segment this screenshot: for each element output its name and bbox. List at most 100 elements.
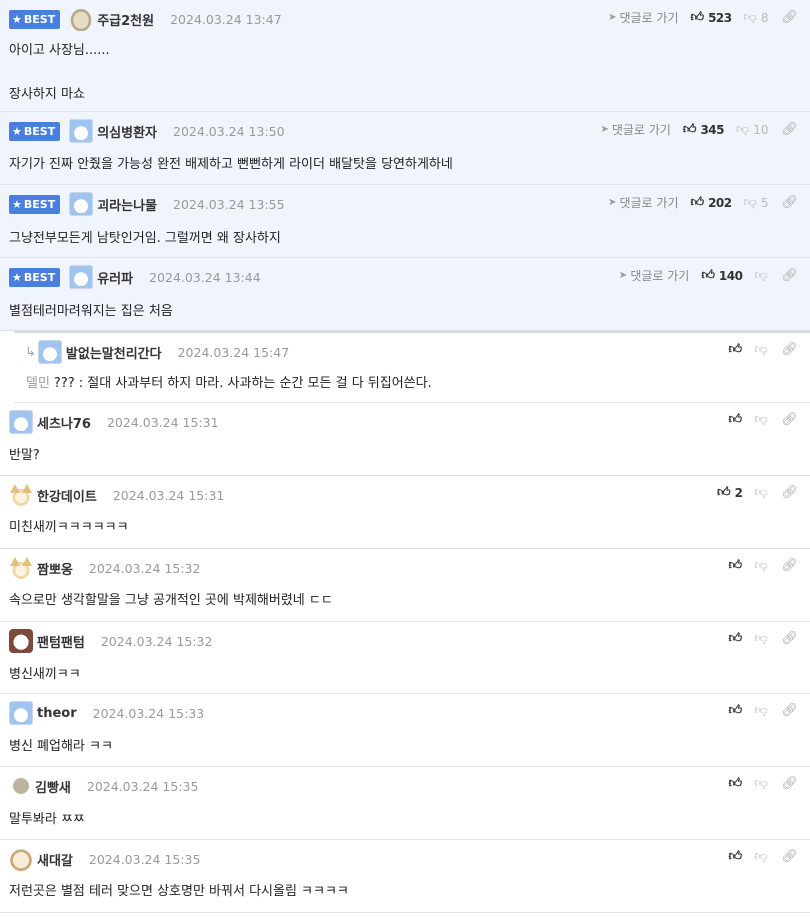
link-icon[interactable]: 🔗︎ [781, 849, 798, 864]
comment-text: 속으로만 생각할말을 그냥 공개적인 곳에 박제해버렸네 ㄷㄷ [9, 590, 333, 612]
comment-header: ★ BEST 괴라는나물 2024.03.24 13:55 [9, 192, 285, 216]
link-icon[interactable]: 🔗︎ [781, 10, 798, 25]
dislike-button[interactable]: 👎︎ [754, 558, 768, 573]
thumbs-up-icon: 👍︎ [728, 703, 743, 718]
like-button[interactable]: 👍︎ [728, 703, 742, 718]
dislike-button[interactable]: 👎︎ [754, 703, 768, 718]
author-name[interactable]: 팬텀팬텀 [37, 632, 85, 651]
author-name[interactable]: 새대갈 [37, 850, 73, 869]
comment-date: 2024.03.24 15:31 [106, 414, 219, 430]
comment-line: 자기가 진짜 안줬을 가능성 완전 배제하고 뻔뻔하게 라이더 배달탓을 당연하… [9, 154, 453, 176]
comment-list: ★ BEST 주급2천원 2024.03.24 13:47 아이고 사장님...... 장… [0, 0, 810, 913]
polar-bear-avatar[interactable] [37, 340, 62, 364]
comment-date: 2024.03.24 13:55 [173, 196, 285, 212]
thumbs-down-icon: 👎︎ [754, 268, 768, 283]
author-name[interactable]: theor [37, 706, 77, 721]
comment-date: 2024.03.24 15:31 [112, 487, 225, 503]
goto-comment-link[interactable]: ➤ 댓글로 가기 [619, 267, 689, 284]
polar-bear-avatar[interactable] [69, 119, 94, 143]
author-name[interactable]: 한강데이트 [37, 486, 97, 505]
comment-header: ★ BEST 의심병환자 2024.03.24 13:50 [9, 119, 285, 143]
comment-item: 한강데이트 2024.03.24 15:31 미친새끼ㅋㅋㅋㅋㅋㅋ 👍︎ 2 👎︎ 🔗︎ [0, 476, 810, 549]
dislike-button[interactable]: 👎︎ 10 [736, 122, 768, 137]
comment-actions: 👍︎ 👎︎ 🔗︎ [728, 342, 798, 357]
fox-avatar[interactable] [9, 483, 33, 507]
send-arrow-icon: ➤ [618, 270, 628, 281]
like-button[interactable]: 👍︎ [728, 776, 742, 791]
dot-avatar[interactable] [13, 778, 29, 794]
thumbs-down-icon: 👎︎ [754, 342, 768, 357]
dog-avatar[interactable] [9, 847, 33, 871]
comment-line: 장사하지 마쇼 [9, 84, 110, 106]
comment-date: 2024.03.24 13:47 [170, 11, 282, 27]
author-name[interactable]: 유러파 [97, 268, 133, 287]
like-button[interactable]: 👍︎ 345 [683, 122, 725, 137]
reply-target-user[interactable]: 델민 [26, 376, 50, 391]
fox-avatar[interactable] [9, 556, 33, 580]
like-button[interactable]: 👍︎ [728, 412, 742, 427]
dislike-button[interactable]: 👎︎ [754, 268, 768, 283]
polar-bear-avatar[interactable] [9, 701, 33, 725]
thumbs-down-icon: 👎︎ [754, 631, 768, 646]
goto-comment-link[interactable]: ➤ 댓글로 가기 [608, 9, 678, 26]
like-button[interactable]: 👍︎ 523 [690, 10, 732, 25]
link-icon[interactable]: 🔗︎ [781, 703, 798, 718]
author-name[interactable]: 주급2천원 [97, 10, 154, 29]
like-button[interactable]: 👍︎ [728, 558, 742, 573]
like-button[interactable]: 👍︎ 140 [701, 268, 743, 283]
polar-bear-avatar[interactable] [9, 410, 33, 434]
like-button[interactable]: 👍︎ [728, 631, 742, 646]
link-icon[interactable]: 🔗︎ [781, 122, 798, 137]
panda-avatar[interactable] [9, 629, 33, 653]
goto-comment-link[interactable]: ➤ 댓글로 가기 [608, 194, 678, 211]
comment-actions: ➤ 댓글로 가기 👍︎ 345 👎︎ 10 🔗︎ [600, 121, 798, 138]
link-icon[interactable]: 🔗︎ [781, 558, 798, 573]
dislike-button[interactable]: 👎︎ 5 [744, 195, 769, 210]
thumbs-up-icon: 👍︎ [728, 776, 743, 791]
author-name[interactable]: 세츠나76 [37, 413, 91, 432]
comment-actions: 👍︎ 👎︎ 🔗︎ [728, 412, 798, 427]
goto-comment-link[interactable]: ➤ 댓글로 가기 [600, 121, 670, 138]
comment-line: 속으로만 생각할말을 그냥 공개적인 곳에 박제해버렸네 ㄷㄷ [9, 590, 333, 612]
reply-arrow-icon: ↳ [25, 344, 36, 360]
like-button[interactable]: 👍︎ [728, 342, 742, 357]
comment-header: 짬뽀옹 2024.03.24 15:32 [9, 556, 200, 580]
comment-header: ★ BEST 유러파 2024.03.24 13:44 [9, 265, 261, 289]
author-name[interactable]: 짬뽀옹 [37, 559, 73, 578]
dislike-button[interactable]: 👎︎ [754, 631, 768, 646]
like-button[interactable]: 👍︎ 202 [690, 195, 732, 210]
comment-item: theor 2024.03.24 15:33 병신 폐업해라 ㅋㅋ 👍︎ 👎︎ 🔗︎ [0, 694, 810, 767]
link-icon[interactable]: 🔗︎ [781, 342, 798, 357]
dislike-button[interactable]: 👎︎ [754, 412, 768, 427]
author-name[interactable]: 김빵새 [35, 777, 71, 796]
author-name[interactable]: 발없는말천리간다 [66, 343, 162, 362]
polar-bear-avatar[interactable] [69, 192, 94, 216]
link-icon[interactable]: 🔗︎ [781, 195, 798, 210]
comment-line-text: 병신 폐업해라 ㅋㅋ [9, 739, 113, 754]
link-icon[interactable]: 🔗︎ [781, 485, 798, 500]
like-button[interactable]: 👍︎ 2 [717, 485, 743, 500]
link-icon[interactable]: 🔗︎ [781, 631, 798, 646]
comment-item: 새대갈 2024.03.24 15:35 저런곳은 별점 테러 맞으면 상호명만 바… [0, 840, 810, 913]
comment-actions: ➤ 댓글로 가기 👍︎ 202 👎︎ 5 🔗︎ [608, 194, 798, 211]
rock-avatar[interactable] [69, 7, 94, 31]
like-button[interactable]: 👍︎ [728, 849, 742, 864]
comment-line-text: 병신새끼ㅋㅋ [9, 667, 81, 682]
thumbs-down-icon: 👎︎ [736, 122, 750, 137]
dislike-button[interactable]: 👎︎ [754, 776, 768, 791]
best-badge-label: BEST [23, 12, 56, 26]
dislike-button[interactable]: 👎︎ [754, 849, 768, 864]
author-name[interactable]: 의심병환자 [97, 122, 157, 141]
link-icon[interactable]: 🔗︎ [781, 412, 798, 427]
dislike-button[interactable]: 👎︎ [754, 485, 768, 500]
comment-text: 병신 폐업해라 ㅋㅋ [9, 736, 113, 758]
link-icon[interactable]: 🔗︎ [781, 268, 798, 283]
author-name[interactable]: 괴라는나물 [97, 195, 157, 214]
comment-date: 2024.03.24 15:35 [86, 778, 199, 794]
thumbs-down-icon: 👎︎ [743, 195, 757, 210]
dislike-button[interactable]: 👎︎ [754, 342, 768, 357]
link-icon[interactable]: 🔗︎ [781, 776, 798, 791]
polar-bear-avatar[interactable] [69, 265, 94, 289]
comment-header: 김빵새 2024.03.24 15:35 [9, 775, 198, 797]
dislike-button[interactable]: 👎︎ 8 [744, 10, 769, 25]
